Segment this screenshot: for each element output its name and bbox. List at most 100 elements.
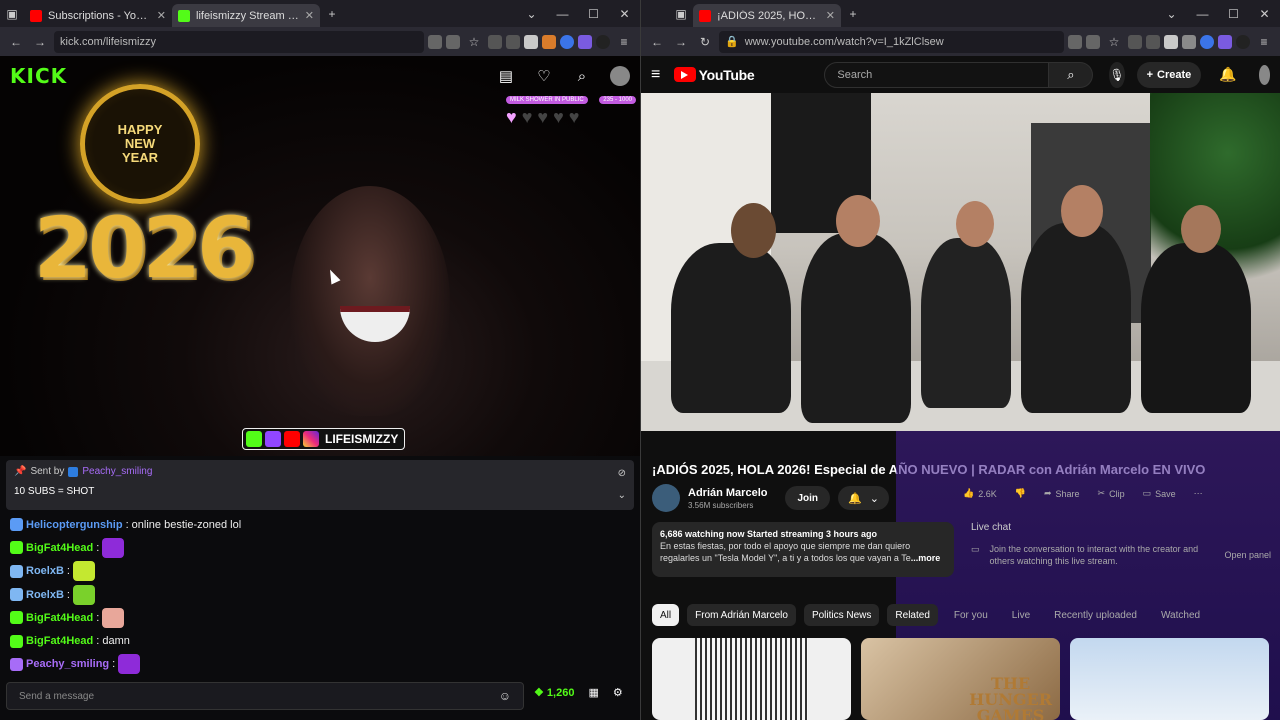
open-panel-button[interactable]: Open panel xyxy=(1224,549,1271,561)
minimize-icon[interactable]: — xyxy=(547,7,578,21)
reload-icon[interactable]: ↻ xyxy=(695,32,715,52)
kick-video-player[interactable]: HAPPY NEW YEAR 2026 KICK ▤ ♡ ⌕ MILK SHOW… xyxy=(0,56,640,456)
search-button[interactable]: ⌕ xyxy=(1049,61,1094,88)
forward-icon[interactable]: → xyxy=(30,32,50,52)
account-icon[interactable] xyxy=(1236,34,1250,49)
description-more-link[interactable]: ...more xyxy=(911,553,941,563)
join-button[interactable]: Join xyxy=(785,486,831,510)
voice-search-mic-icon[interactable]: 🎙 xyxy=(1109,61,1125,88)
filter-chip[interactable]: For you xyxy=(946,604,996,626)
search-input[interactable]: Search xyxy=(824,61,1050,88)
extension-purple-icon[interactable] xyxy=(1218,34,1232,49)
close-tab-icon[interactable]: ✕ xyxy=(826,9,835,22)
extensions-icon[interactable] xyxy=(506,34,520,49)
tab-youtube-subscriptions[interactable]: Subscriptions - YouTube ✕ xyxy=(24,4,172,27)
clip-button[interactable]: ✂ Clip xyxy=(1098,488,1125,499)
chat-username[interactable]: BigFat4Head xyxy=(26,612,93,624)
tab-kick-stream[interactable]: lifeismizzy Stream - Watch ✕ xyxy=(172,4,320,27)
close-window-icon[interactable]: ✕ xyxy=(1249,7,1280,21)
filter-chip[interactable]: Politics News xyxy=(803,604,880,626)
notifications-bell-icon[interactable]: 🔔 xyxy=(1219,66,1236,83)
thumbnail-1[interactable] xyxy=(652,638,851,720)
window-menu-icon[interactable]: ▣ xyxy=(669,0,693,27)
chat-username[interactable]: BigFat4Head xyxy=(26,542,93,554)
chat-username[interactable]: Helicoptergunship xyxy=(26,519,123,531)
history-icon[interactable] xyxy=(1128,34,1142,49)
more-actions-icon[interactable]: ⋯ xyxy=(1194,488,1203,499)
thumbnail-3[interactable] xyxy=(1070,638,1269,720)
channel-name[interactable]: Adrián Marcelo xyxy=(688,487,767,499)
user-avatar[interactable] xyxy=(1258,64,1270,85)
menu-icon[interactable]: ≡ xyxy=(1254,32,1274,52)
store-icon[interactable]: ▦ xyxy=(588,686,598,699)
channel-avatar[interactable] xyxy=(652,484,680,512)
bookmark-star-icon[interactable]: ☆ xyxy=(464,32,484,52)
close-tab-icon[interactable]: ✕ xyxy=(157,9,166,22)
extension-gray-icon[interactable] xyxy=(1182,34,1196,49)
maximize-icon[interactable]: ☐ xyxy=(578,7,609,21)
tab-youtube-live[interactable]: ¡ADIÓS 2025, HOLA 2026! E ✕ xyxy=(693,4,841,27)
like-button[interactable]: 👍 2.6K xyxy=(963,488,997,499)
chat-username[interactable]: RoelxB xyxy=(26,589,64,601)
expand-chevron-icon[interactable]: ⌄ xyxy=(618,490,626,501)
create-button[interactable]: + Create xyxy=(1136,61,1202,88)
channel-points[interactable]: ❖ 1,260 xyxy=(534,686,574,699)
maximize-icon[interactable]: ☐ xyxy=(1218,7,1249,21)
reader-icon[interactable] xyxy=(1068,34,1082,49)
filter-chip[interactable]: From Adrián Marcelo xyxy=(687,604,796,626)
menu-icon[interactable]: ≡ xyxy=(614,32,634,52)
extension-orange-icon[interactable] xyxy=(542,34,556,49)
dislike-button[interactable]: 👎 xyxy=(1015,488,1026,499)
filter-chip[interactable]: Related xyxy=(887,604,938,626)
screenshot-icon[interactable] xyxy=(446,34,460,49)
filter-chip[interactable]: Recently uploaded xyxy=(1046,604,1145,626)
new-tab-icon[interactable]: + xyxy=(320,0,344,27)
history-icon[interactable] xyxy=(488,34,502,49)
address-bar[interactable]: kick.com/lifeismizzy xyxy=(54,30,424,53)
description-box[interactable]: 6,686 watching now Started streaming 3 h… xyxy=(652,522,954,577)
bookmark-star-icon[interactable]: ☆ xyxy=(1104,32,1124,52)
browse-icon[interactable]: ▤ xyxy=(496,66,516,86)
forward-icon[interactable]: → xyxy=(671,32,691,52)
back-icon[interactable]: ← xyxy=(6,32,26,52)
settings-gear-icon[interactable]: ⚙ xyxy=(613,686,623,699)
reader-icon[interactable] xyxy=(428,34,442,49)
share-button[interactable]: ➦ Share xyxy=(1044,488,1080,499)
save-button[interactable]: ▭ Save xyxy=(1143,488,1176,499)
filter-chip[interactable]: All xyxy=(652,604,680,626)
extension-blue-icon[interactable] xyxy=(560,34,574,49)
extension-purple-icon[interactable] xyxy=(578,34,592,49)
back-icon[interactable]: ← xyxy=(647,32,667,52)
minimize-icon[interactable]: — xyxy=(1187,7,1218,21)
tab-list-icon[interactable]: ⌄ xyxy=(516,7,547,21)
chat-input[interactable]: Send a message ☺ xyxy=(6,682,524,710)
filter-chip[interactable]: Watched xyxy=(1153,604,1208,626)
account-icon[interactable] xyxy=(596,34,610,49)
off-extension-icon[interactable] xyxy=(1164,34,1178,49)
screenshot-icon[interactable] xyxy=(1086,34,1100,49)
thumbnail-2[interactable]: THE HUNGER GAMES xyxy=(861,638,1060,720)
new-tab-icon[interactable]: + xyxy=(841,0,865,27)
off-extension-icon[interactable] xyxy=(524,34,538,49)
extensions-icon[interactable] xyxy=(1146,34,1160,49)
follow-heart-icon[interactable]: ♡ xyxy=(534,66,554,86)
search-icon[interactable]: ⌕ xyxy=(572,66,592,86)
unpin-icon[interactable]: ⊘ xyxy=(618,468,626,479)
chat-username[interactable]: BigFat4Head xyxy=(26,635,93,647)
window-menu-icon[interactable]: ▣ xyxy=(0,0,24,27)
address-bar[interactable]: 🔒 www.youtube.com/watch?v=I_1kZlClsew xyxy=(719,30,1064,53)
guide-menu-icon[interactable]: ≡ xyxy=(651,66,666,84)
pinned-sender-name[interactable]: Peachy_smiling xyxy=(82,466,152,477)
user-avatar[interactable] xyxy=(610,66,630,86)
tab-list-icon[interactable]: ⌄ xyxy=(1156,7,1187,21)
filter-chip[interactable]: Live xyxy=(1004,604,1038,626)
youtube-logo[interactable]: YouTube xyxy=(673,67,755,83)
subscribed-button[interactable]: 🔔 ⌄ xyxy=(838,486,889,510)
youtube-video-player[interactable] xyxy=(641,93,1280,431)
chat-username[interactable]: Peachy_smiling xyxy=(26,658,109,670)
chat-username[interactable]: RoelxB xyxy=(26,565,64,577)
close-tab-icon[interactable]: ✕ xyxy=(305,9,314,22)
emoji-icon[interactable]: ☺ xyxy=(499,689,511,703)
close-window-icon[interactable]: ✕ xyxy=(609,7,640,21)
extension-blue-icon[interactable] xyxy=(1200,34,1214,49)
